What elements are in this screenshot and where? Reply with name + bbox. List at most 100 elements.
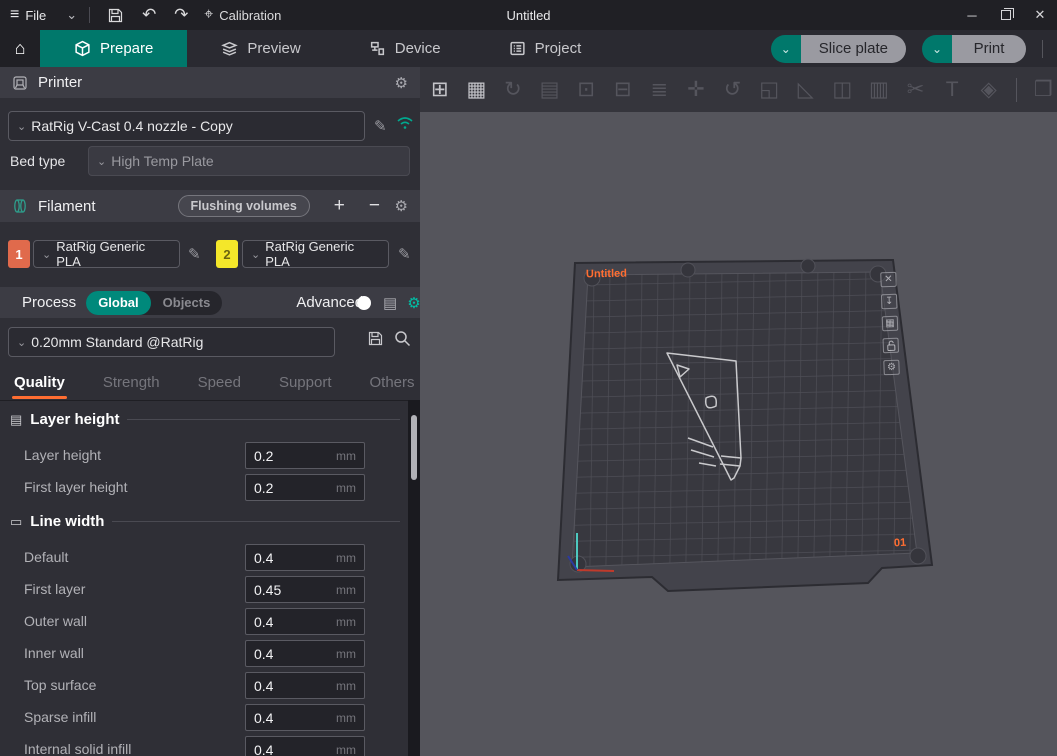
- line-width-internal-solid-infill-input[interactable]: 0.4 mm: [245, 736, 365, 756]
- scope-global-button[interactable]: Global: [86, 291, 150, 315]
- line-width-default-input[interactable]: 0.4 mm: [245, 544, 365, 571]
- redo-button[interactable]: ↷: [168, 3, 194, 27]
- file-menu[interactable]: File: [25, 8, 46, 23]
- param-value: 0.4: [254, 550, 273, 566]
- add-plate-icon[interactable]: ▦: [463, 75, 491, 105]
- printer-preset-dropdown[interactable]: ⌄ RatRig V-Cast 0.4 nozzle - Copy: [8, 111, 365, 141]
- edit-filament-1-icon[interactable]: ✎: [188, 245, 201, 263]
- add-object-icon[interactable]: ⊞: [426, 75, 454, 105]
- line-width-sparse-infill-input[interactable]: 0.4 mm: [245, 704, 365, 731]
- tab-project-label: Project: [535, 40, 582, 57]
- edit-filament-2-icon[interactable]: ✎: [398, 245, 411, 263]
- calibration-button[interactable]: ⌖ Calibration: [204, 3, 281, 27]
- scope-objects-button[interactable]: Objects: [151, 291, 223, 315]
- build-plate-scene: [420, 112, 1057, 756]
- line-width-first-layer-input[interactable]: 0.45 mm: [245, 576, 365, 603]
- tab-support[interactable]: Support: [279, 368, 332, 401]
- filament-2-dropdown[interactable]: ⌄ RatRig Generic PLA: [242, 240, 389, 268]
- lock-plate-icon[interactable]: [883, 338, 900, 354]
- save-icon: [108, 8, 123, 23]
- action-divider: [1042, 40, 1043, 58]
- cut-icon[interactable]: ✂: [902, 75, 930, 105]
- filament-1-dropdown[interactable]: ⌄ RatRig Generic PLA: [33, 240, 180, 268]
- line-width-inner-wall-input[interactable]: 0.4 mm: [245, 640, 365, 667]
- tab-prepare[interactable]: Prepare: [40, 30, 187, 67]
- save-preset-button[interactable]: [368, 331, 383, 351]
- text-icon[interactable]: T: [938, 75, 966, 105]
- home-button[interactable]: ⌂: [0, 30, 40, 67]
- add-filament-button[interactable]: +: [334, 195, 345, 217]
- line-width-outer-wall-input[interactable]: 0.4 mm: [245, 608, 365, 635]
- line-width-section-header: ▭ Line width: [10, 513, 400, 530]
- arrange-plate-icon[interactable]: ▦: [882, 316, 899, 332]
- hamburger-icon: ≡: [10, 6, 19, 24]
- remove-filament-button[interactable]: −: [369, 195, 380, 217]
- plate-settings-icon[interactable]: ⚙: [883, 360, 900, 376]
- orient-plate-icon[interactable]: ↧: [881, 294, 898, 310]
- process-preset-dropdown[interactable]: ⌄ 0.20mm Standard @RatRig: [8, 327, 335, 357]
- undo-button[interactable]: ↶: [136, 3, 162, 27]
- layers-icon[interactable]: ≣: [646, 75, 674, 105]
- paint-icon[interactable]: ◈: [975, 75, 1003, 105]
- slice-plate-button[interactable]: Slice plate: [801, 35, 906, 63]
- filament-settings-icon[interactable]: ⚙: [395, 197, 408, 215]
- tab-preview[interactable]: Preview: [187, 30, 334, 67]
- chevron-down-icon: ⌄: [17, 336, 26, 349]
- layer-height-section-header: ▤ Layer height: [10, 411, 400, 428]
- split-icon[interactable]: ◫: [829, 75, 857, 105]
- viewport-3d[interactable]: Untitled 01 ✕ ↧ ▦ ⚙: [420, 112, 1057, 756]
- scope-toggle: Global Objects: [86, 291, 222, 315]
- flushing-volumes-button[interactable]: Flushing volumes: [178, 195, 310, 217]
- minimize-button[interactable]: ─: [955, 0, 989, 30]
- compare-presets-icon[interactable]: ⚙: [407, 294, 420, 312]
- move-icon[interactable]: ✛: [682, 75, 710, 105]
- layer-height-input[interactable]: 0.2 mm: [245, 442, 365, 469]
- delete-plate-icon[interactable]: ✕: [880, 272, 897, 288]
- assembly-icon[interactable]: ❒: [1029, 75, 1057, 105]
- print-options-button[interactable]: ⌄: [922, 35, 952, 63]
- tab-quality[interactable]: Quality: [14, 368, 65, 401]
- tab-others[interactable]: Others: [370, 368, 415, 401]
- copy-icon[interactable]: ⊡: [572, 75, 600, 105]
- chevron-down-icon[interactable]: ⌄: [66, 7, 77, 23]
- filament-2-badge[interactable]: 2: [216, 240, 238, 268]
- close-button[interactable]: ✕: [1023, 0, 1057, 30]
- paste-icon[interactable]: ⊟: [609, 75, 637, 105]
- save-button[interactable]: [102, 3, 128, 27]
- filament-1-badge[interactable]: 1: [8, 240, 30, 268]
- line-width-top-surface-input[interactable]: 0.4 mm: [245, 672, 365, 699]
- auto-orient-icon[interactable]: ↻: [499, 75, 527, 105]
- wifi-icon[interactable]: [396, 116, 414, 130]
- search-icon: [394, 330, 411, 347]
- variable-layer-height-icon[interactable]: ▥: [865, 75, 893, 105]
- plate-name-label[interactable]: Untitled: [586, 268, 627, 281]
- scrollbar-thumb[interactable]: [411, 415, 417, 480]
- param-label: Internal solid infill: [24, 741, 131, 756]
- printer-section-title: Printer: [38, 74, 82, 91]
- chevron-down-icon: ⌄: [251, 248, 260, 261]
- rotate-icon[interactable]: ↺: [719, 75, 747, 105]
- chevron-down-icon: ⌄: [17, 120, 26, 133]
- edit-printer-icon[interactable]: ✎: [374, 117, 387, 135]
- param-value: 0.45: [254, 582, 281, 598]
- arrange-icon[interactable]: ▤: [536, 75, 564, 105]
- param-unit: mm: [336, 449, 356, 463]
- tab-project[interactable]: Project: [475, 30, 616, 67]
- scale-icon[interactable]: ◱: [755, 75, 783, 105]
- tab-device[interactable]: Device: [335, 30, 475, 67]
- bed-type-dropdown[interactable]: ⌄ High Temp Plate: [88, 146, 410, 176]
- slice-options-button[interactable]: ⌄: [771, 35, 801, 63]
- tab-speed[interactable]: Speed: [198, 368, 241, 401]
- title-bar: ≡ File ⌄ ↶ ↷ ⌖ Calibration Untitled ─ ✕: [0, 0, 1057, 30]
- print-button[interactable]: Print: [952, 35, 1026, 63]
- tab-strength[interactable]: Strength: [103, 368, 160, 401]
- scrollbar-track[interactable]: [408, 400, 420, 756]
- lay-on-face-icon[interactable]: ◺: [792, 75, 820, 105]
- parameter-list-icon[interactable]: ▤: [383, 294, 397, 312]
- layer-height-icon: ▤: [10, 412, 22, 428]
- first-layer-height-input[interactable]: 0.2 mm: [245, 474, 365, 501]
- maximize-button[interactable]: [989, 0, 1023, 30]
- printer-settings-icon[interactable]: ⚙: [395, 74, 408, 92]
- layer-height-section-title: Layer height: [30, 411, 119, 428]
- search-button[interactable]: [394, 330, 411, 352]
